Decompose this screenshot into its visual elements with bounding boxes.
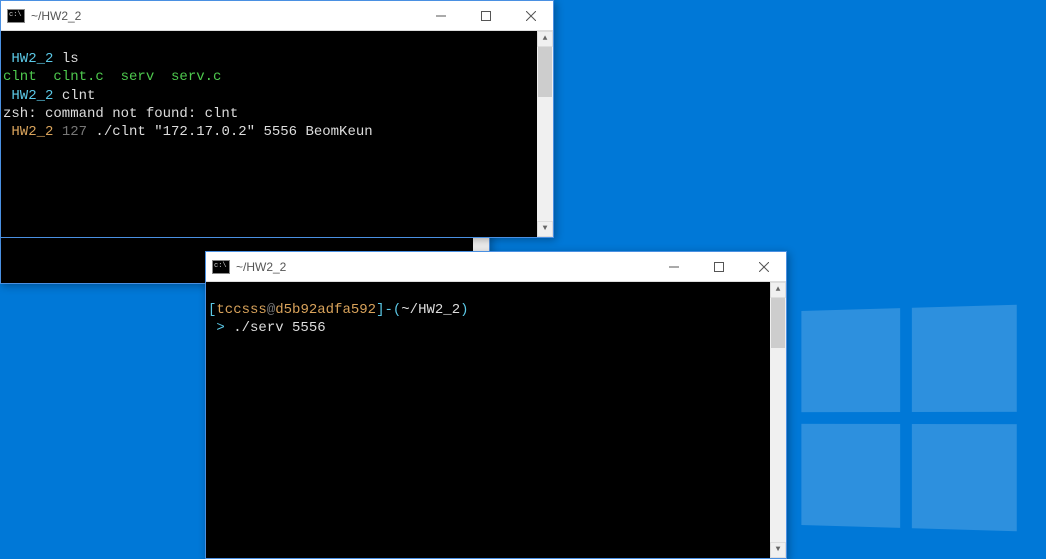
maximize-button[interactable] — [463, 1, 508, 30]
minimize-button[interactable] — [651, 252, 696, 281]
title-text: ~/HW2_2 — [236, 260, 651, 274]
minimize-button[interactable] — [418, 1, 463, 30]
prompt-arrow: > — [208, 320, 233, 336]
scroll-up-arrow[interactable]: ▲ — [770, 282, 786, 298]
close-button[interactable] — [741, 252, 786, 281]
prompt-dir: HW2_2 — [3, 88, 62, 104]
terminal-content[interactable]: HW2_2 ls clnt clnt.c serv serv.c HW2_2 c… — [1, 31, 553, 237]
terminal-icon — [7, 9, 25, 23]
terminal-window-2: ~/HW2_2 HW2_2 ls clnt clnt.c serv serv.c… — [0, 0, 554, 238]
scroll-track[interactable] — [770, 298, 786, 542]
prompt-path: ~/HW2_2 — [401, 302, 460, 318]
ls-output: clnt clnt.c serv serv.c — [3, 69, 221, 85]
terminal-icon — [212, 260, 230, 274]
exit-code: 127 — [62, 124, 96, 140]
prompt-dir-error: HW2_2 — [3, 124, 62, 140]
command-text: ls — [62, 51, 79, 67]
window-controls — [418, 1, 553, 30]
terminal-window-3: ~/HW2_2 [tccsss@d5b92adfa592]-(~/HW2_2) … — [205, 251, 787, 559]
scrollbar[interactable]: ▲ ▼ — [770, 282, 786, 558]
scroll-thumb[interactable] — [538, 47, 552, 97]
terminal-content[interactable]: [tccsss@d5b92adfa592]-(~/HW2_2) > ./serv… — [206, 282, 786, 558]
scroll-down-arrow[interactable]: ▼ — [537, 221, 553, 237]
prompt-host: d5b92adfa592 — [275, 302, 376, 318]
scroll-track[interactable] — [537, 47, 553, 221]
titlebar[interactable]: ~/HW2_2 — [206, 252, 786, 282]
close-button[interactable] — [508, 1, 553, 30]
titlebar[interactable]: ~/HW2_2 — [1, 1, 553, 31]
scroll-down-arrow[interactable]: ▼ — [770, 542, 786, 558]
window-controls — [651, 252, 786, 281]
title-text: ~/HW2_2 — [31, 9, 418, 23]
prompt-at: @ — [267, 302, 275, 318]
prompt-dir: HW2_2 — [3, 51, 62, 67]
command-text: ./serv 5556 — [233, 320, 325, 336]
prompt-user: tccsss — [216, 302, 266, 318]
error-text: zsh: command not found: clnt — [3, 106, 238, 122]
scroll-up-arrow[interactable]: ▲ — [537, 31, 553, 47]
scroll-thumb[interactable] — [771, 298, 785, 348]
command-text: ./clnt "172.17.0.2" 5556 BeomKeun — [95, 124, 372, 140]
windows-logo-background — [801, 305, 1016, 531]
command-text: clnt — [62, 88, 96, 104]
prompt-sep: ]-( — [376, 302, 401, 318]
maximize-button[interactable] — [696, 252, 741, 281]
prompt-bracket: ) — [460, 302, 468, 318]
scrollbar[interactable]: ▲ ▼ — [537, 31, 553, 237]
